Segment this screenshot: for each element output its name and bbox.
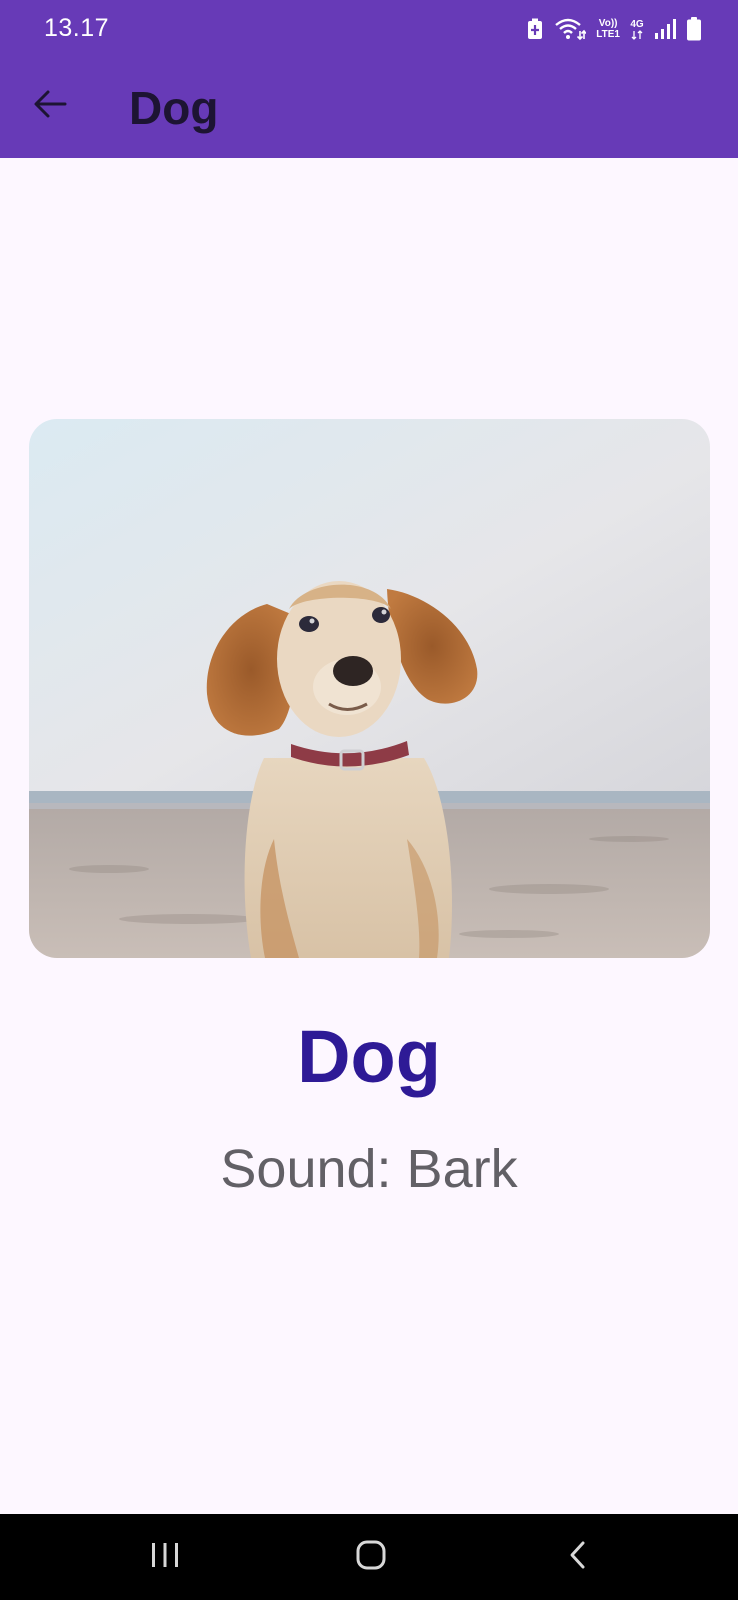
animal-name: Dog: [297, 1015, 441, 1098]
volte-top-label: Vo)): [598, 18, 618, 29]
signal-icon: [654, 18, 676, 40]
arrow-back-icon: [33, 89, 67, 124]
network-type-label: 4G: [630, 18, 644, 30]
status-icons: Vo)) LTE1 4G: [526, 12, 702, 46]
animal-sound: Sound: Bark: [220, 1139, 518, 1199]
dog-photo: [29, 419, 710, 958]
system-nav-bar: [0, 1514, 738, 1600]
battery-icon: [686, 17, 702, 41]
4g-data-icon: 4G: [630, 19, 644, 40]
home-icon: [355, 1539, 387, 1576]
nav-back-button[interactable]: [548, 1530, 608, 1584]
volte-icon: Vo)) LTE1: [596, 18, 620, 40]
app-bar: Dog: [0, 58, 738, 158]
back-icon: [567, 1540, 589, 1575]
wifi-icon: [554, 17, 587, 41]
app-title: Dog: [129, 82, 219, 134]
home-button[interactable]: [341, 1530, 401, 1584]
recent-apps-icon: [150, 1541, 180, 1574]
recent-apps-button[interactable]: [135, 1530, 195, 1584]
volte-bottom-label: LTE1: [596, 29, 620, 40]
status-bar: 13.17 Vo)) LTE1 4G: [0, 0, 738, 58]
back-button[interactable]: [22, 78, 78, 134]
status-time: 13.17: [44, 14, 110, 42]
battery-saver-icon: [526, 18, 544, 40]
